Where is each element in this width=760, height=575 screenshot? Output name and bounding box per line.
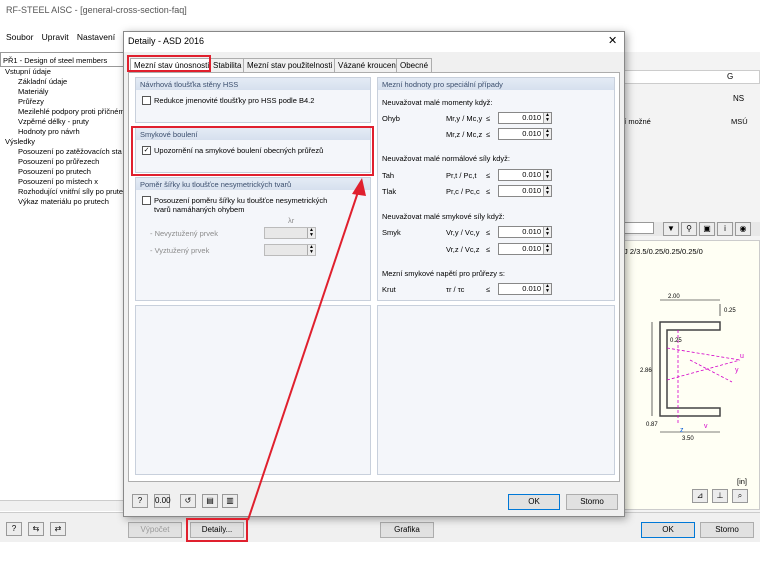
annotation-arrow bbox=[247, 178, 366, 521]
